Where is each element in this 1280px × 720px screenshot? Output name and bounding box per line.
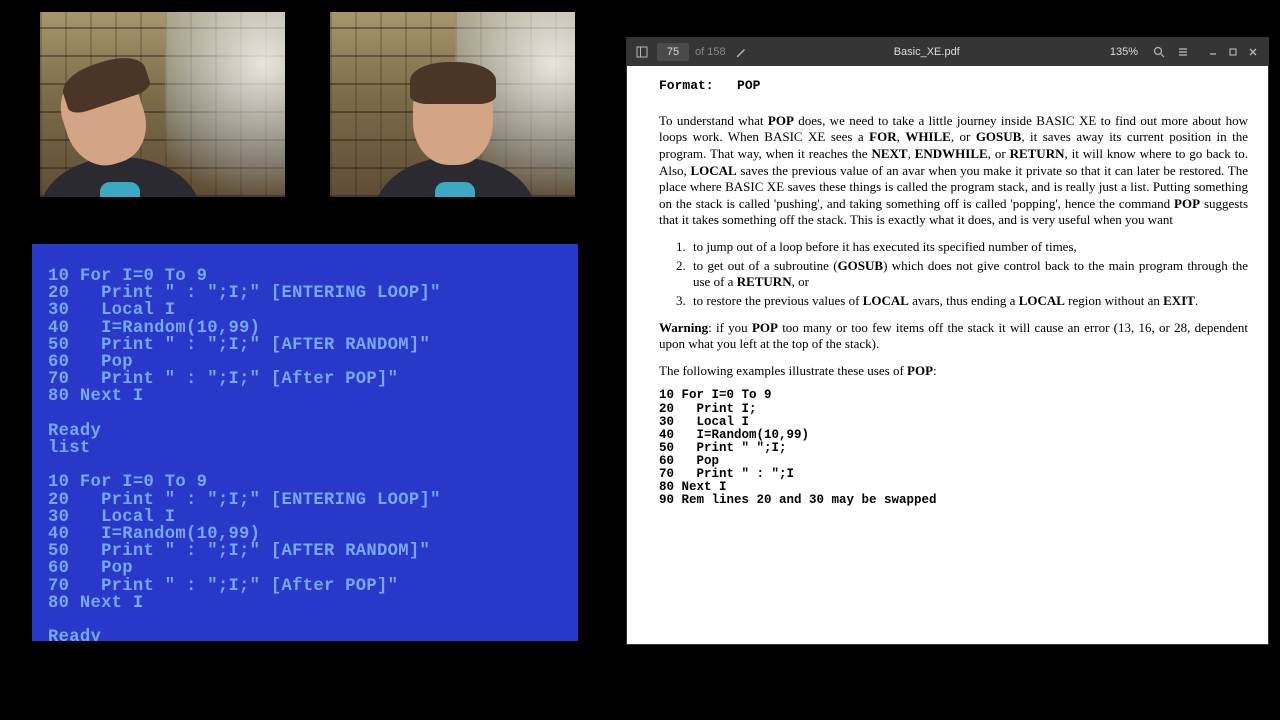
pdf-toolbar: of 158 Basic_XE.pdf 135% [627, 38, 1268, 66]
pdf-page-content[interactable]: Format: POP To understand what POP does,… [627, 66, 1268, 644]
list-item: to restore the previous values of LOCAL … [689, 293, 1248, 310]
sidebar-toggle-icon[interactable] [633, 43, 651, 61]
minimize-button[interactable] [1204, 43, 1222, 61]
paragraph-intro: To understand what POP does, we need to … [659, 113, 1248, 229]
list-item: to jump out of a loop before it has exec… [689, 239, 1248, 256]
example-code-block: 10 For I=0 To 9 20 Print I; 30 Local I 4… [659, 389, 1248, 507]
emulator-screen[interactable]: 10 For I=0 To 9 20 Print " : ";I;" [ENTE… [32, 244, 578, 641]
page-total-label: of 158 [695, 46, 726, 58]
list-item: to get out of a subroutine (GOSUB) which… [689, 258, 1248, 291]
annotate-icon[interactable] [732, 43, 750, 61]
format-line: Format: POP [659, 78, 1248, 95]
webcam-feed-2 [330, 12, 575, 197]
code-listing-1: 10 For I=0 To 9 20 Print " : ";I;" [ENTE… [48, 267, 441, 406]
pdf-filename: Basic_XE.pdf [894, 46, 960, 58]
webcam-feed-1 [40, 12, 285, 197]
ready-prompt-1: Ready [48, 422, 101, 441]
uses-list: to jump out of a loop before it has exec… [689, 239, 1248, 310]
maximize-button[interactable] [1224, 43, 1242, 61]
close-button[interactable] [1244, 43, 1262, 61]
menu-icon[interactable] [1174, 43, 1192, 61]
warning-paragraph: Warning: if you POP too many or too few … [659, 320, 1248, 353]
ready-prompt-2: Ready [48, 628, 101, 641]
code-listing-2: 10 For I=0 To 9 20 Print " : ";I;" [ENTE… [48, 473, 441, 612]
zoom-level[interactable]: 135% [1104, 46, 1144, 58]
pdf-viewer-window: of 158 Basic_XE.pdf 135% Format: POP To … [627, 38, 1268, 644]
search-icon[interactable] [1150, 43, 1168, 61]
list-command: list [48, 439, 90, 458]
page-number-input[interactable] [657, 43, 689, 61]
examples-intro: The following examples illustrate these … [659, 363, 1248, 380]
